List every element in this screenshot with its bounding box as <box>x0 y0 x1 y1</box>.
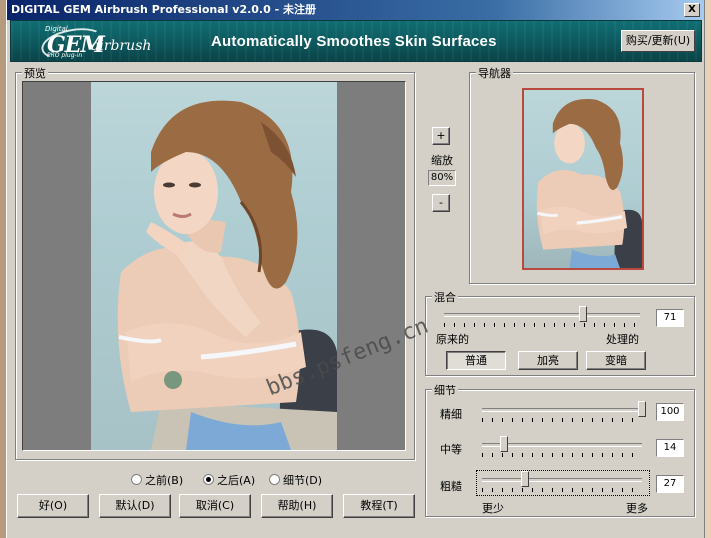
airbrush-dialog: DIGITAL GEM Airbrush Professional v2.0.0… <box>6 0 705 538</box>
blend-right-label: 处理的 <box>606 333 639 346</box>
radio-after[interactable]: 之后(A) <box>203 472 255 488</box>
navigator-thumbnail[interactable] <box>522 88 644 270</box>
detail-more-label: 更多 <box>626 502 648 515</box>
window-title: DIGITAL GEM Airbrush Professional v2.0.0… <box>11 3 316 16</box>
cancel-button[interactable]: 取消(C) <box>179 494 251 518</box>
blend-left-label: 原来的 <box>436 333 469 346</box>
blend-group: 混合 71 原来的 处理的 普通 加亮 变暗 <box>425 289 695 376</box>
detail-group: 细节 精细 100 中等 14 粗糙 27 更少 更多 <box>425 382 695 517</box>
gem-airbrush-logo: Digital GEM airbrush PRO plug-in <box>38 23 181 61</box>
detail-coarse-label: 粗糙 <box>440 480 462 493</box>
zoom-label: 缩放 <box>431 154 453 167</box>
zoom-value: 80% <box>428 170 456 186</box>
detail-coarse-focus-box <box>476 470 650 496</box>
ok-button[interactable]: 好(O) <box>17 494 89 518</box>
zoom-in-button[interactable]: + <box>432 127 450 145</box>
blend-mode-normal-button[interactable]: 普通 <box>446 351 506 370</box>
navigator-image <box>536 98 642 268</box>
detail-label: 细节 <box>432 382 458 398</box>
detail-medium-value[interactable]: 14 <box>656 439 684 457</box>
tagline: Automatically Smoothes Skin Surfaces <box>211 33 497 50</box>
detail-medium-label: 中等 <box>440 443 462 456</box>
radio-detail[interactable]: 细节(D) <box>269 472 322 488</box>
help-button[interactable]: 帮助(H) <box>261 494 333 518</box>
zoom-out-button[interactable]: - <box>432 194 450 212</box>
blend-mode-lighten-button[interactable]: 加亮 <box>518 351 578 370</box>
blend-slider-thumb[interactable] <box>579 306 588 322</box>
navigator-label: 导航器 <box>476 65 513 81</box>
detail-less-label: 更少 <box>482 502 504 515</box>
preview-photo[interactable] <box>91 82 337 450</box>
view-mode-radios: 之前(B) 之后(A) 细节(D) <box>131 472 431 488</box>
blend-label: 混合 <box>432 289 458 305</box>
detail-fine-thumb[interactable] <box>638 401 646 417</box>
buy-update-button[interactable]: 购买/更新(U) <box>621 30 695 52</box>
detail-medium-thumb[interactable] <box>500 436 509 452</box>
background-right <box>705 0 711 538</box>
preview-canvas[interactable] <box>22 81 406 451</box>
radio-before[interactable]: 之前(B) <box>131 472 183 488</box>
radio-after-dot <box>203 474 214 485</box>
title-bar: DIGITAL GEM Airbrush Professional v2.0.0… <box>7 0 704 20</box>
close-button[interactable]: X <box>684 3 700 17</box>
navigator-group: 导航器 <box>469 65 695 284</box>
tutorial-button[interactable]: 教程(T) <box>343 494 415 518</box>
detail-fine-value[interactable]: 100 <box>656 403 684 421</box>
blend-value[interactable]: 71 <box>656 309 684 327</box>
preview-group: 预览 <box>15 65 415 460</box>
detail-fine-track[interactable] <box>482 408 642 412</box>
default-button[interactable]: 默认(D) <box>99 494 171 518</box>
radio-detail-dot <box>269 474 280 485</box>
detail-coarse-value[interactable]: 27 <box>656 475 684 493</box>
preview-label: 预览 <box>22 65 48 81</box>
detail-coarse-track[interactable] <box>482 478 642 482</box>
portrait-image <box>117 100 337 450</box>
radio-before-dot <box>131 474 142 485</box>
blend-slider-track[interactable] <box>444 313 640 317</box>
detail-coarse-thumb[interactable] <box>521 471 530 487</box>
detail-fine-label: 精细 <box>440 408 462 421</box>
blend-mode-darken-button[interactable]: 变暗 <box>586 351 646 370</box>
banner: Digital GEM airbrush PRO plug-in Automat… <box>10 20 702 62</box>
